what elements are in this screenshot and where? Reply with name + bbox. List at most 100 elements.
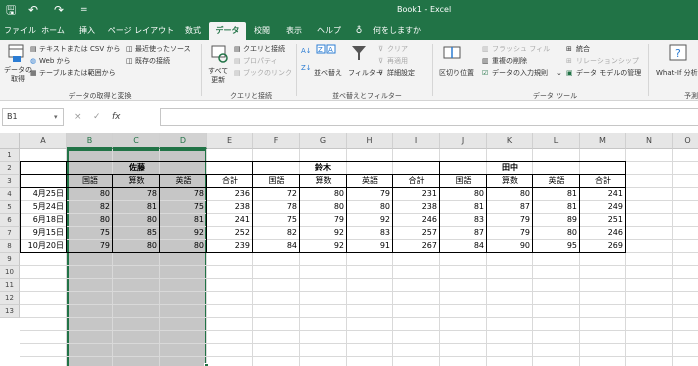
score-cell[interactable]: 80	[67, 188, 113, 201]
score-cell[interactable]: 75	[253, 214, 300, 227]
score-cell[interactable]: 252	[207, 227, 253, 240]
what-if-button[interactable]: What-If 分析	[656, 69, 698, 78]
date-cell[interactable]: 9月15日	[20, 227, 67, 240]
score-cell[interactable]: 83	[440, 214, 487, 227]
from-web-button[interactable]: Web から	[39, 57, 71, 66]
score-cell[interactable]: 236	[207, 188, 253, 201]
tab-page-layout[interactable]: ページ レイアウト	[106, 22, 176, 40]
score-cell[interactable]: 80	[300, 188, 347, 201]
row-header-13[interactable]: 13	[0, 305, 20, 318]
column-header-e[interactable]: E	[207, 133, 253, 149]
score-cell[interactable]: 80	[347, 201, 393, 214]
score-cell[interactable]: 81	[533, 188, 580, 201]
row-header-4[interactable]: 4	[0, 188, 20, 201]
sort-descending-icon[interactable]: Z↓	[301, 64, 312, 73]
from-table-button[interactable]: テーブルまたは範囲から	[39, 69, 116, 78]
score-cell[interactable]: 79	[487, 227, 533, 240]
score-cell[interactable]: 238	[393, 201, 440, 214]
score-cell[interactable]: 80	[67, 214, 113, 227]
score-cell[interactable]: 238	[207, 201, 253, 214]
tell-me-search[interactable]: 何をしますか	[368, 22, 426, 40]
text-to-columns-icon[interactable]	[443, 44, 461, 62]
score-cell[interactable]: 80	[300, 201, 347, 214]
score-cell[interactable]: 75	[160, 201, 207, 214]
tab-view[interactable]: 表示	[282, 22, 306, 40]
row-header-3[interactable]: 3	[0, 175, 20, 188]
score-cell[interactable]: 81	[160, 214, 207, 227]
column-header-b[interactable]: B	[67, 133, 113, 149]
score-cell[interactable]: 83	[347, 227, 393, 240]
recent-sources-button[interactable]: 最近使ったソース	[135, 45, 191, 54]
undo-icon[interactable]: ↶	[28, 3, 38, 17]
column-header-m[interactable]: M	[580, 133, 626, 149]
row-header-11[interactable]: 11	[0, 279, 20, 292]
filter-icon[interactable]	[351, 44, 367, 62]
data-validation-dropdown-icon[interactable]: ⌄	[556, 69, 562, 78]
score-cell[interactable]: 249	[580, 201, 626, 214]
score-cell[interactable]: 92	[160, 227, 207, 240]
cell-area[interactable]: 佐藤 鈴木 田中 国語 算数 英語 合計 国語 算数 英語 合計 国語 算数 英語 合計 4月25日 80 78 7…	[20, 149, 698, 366]
data-model-button[interactable]: データ モデルの管理	[576, 69, 641, 78]
advanced-button[interactable]: 詳細設定	[387, 69, 415, 78]
score-cell[interactable]: 79	[300, 214, 347, 227]
column-header-d[interactable]: D	[160, 133, 207, 149]
row-header-7[interactable]: 7	[0, 227, 20, 240]
enter-icon[interactable]: ✓	[93, 112, 101, 122]
date-cell[interactable]: 5月24日	[20, 201, 67, 214]
name-box-dropdown-icon[interactable]: ▾	[54, 113, 58, 122]
get-data-button[interactable]: データの 取得	[4, 66, 32, 84]
score-cell[interactable]: 92	[347, 214, 393, 227]
row-header-5[interactable]: 5	[0, 201, 20, 214]
score-cell[interactable]: 251	[580, 214, 626, 227]
sort-button[interactable]: 並べ替え	[314, 69, 342, 78]
column-header-n[interactable]: N	[626, 133, 673, 149]
date-cell[interactable]: 6月18日	[20, 214, 67, 227]
tab-formulas[interactable]: 数式	[180, 22, 206, 40]
score-cell[interactable]: 92	[300, 227, 347, 240]
score-cell[interactable]: 231	[393, 188, 440, 201]
row-header-8[interactable]: 8	[0, 240, 20, 253]
queries-connections-button[interactable]: クエリと接続	[243, 45, 285, 54]
column-header-h[interactable]: H	[347, 133, 393, 149]
formula-input[interactable]	[160, 108, 698, 126]
score-cell[interactable]: 246	[580, 227, 626, 240]
clear-button[interactable]: クリア	[387, 45, 408, 54]
date-cell[interactable]: 4月25日	[20, 188, 67, 201]
score-cell[interactable]: 80	[487, 188, 533, 201]
score-cell[interactable]: 87	[487, 201, 533, 214]
score-cell[interactable]: 85	[113, 227, 160, 240]
score-cell[interactable]: 78	[253, 201, 300, 214]
column-header-g[interactable]: G	[300, 133, 347, 149]
column-header-k[interactable]: K	[487, 133, 533, 149]
customize-quick-access-icon[interactable]: =	[80, 3, 88, 17]
save-icon[interactable]: 🖫	[6, 3, 16, 17]
row-header-9[interactable]: 9	[0, 253, 20, 266]
column-header-f[interactable]: F	[253, 133, 300, 149]
row-header-6[interactable]: 6	[0, 214, 20, 227]
consolidate-button[interactable]: 統合	[576, 45, 590, 54]
edit-links-button[interactable]: ブックのリンク	[243, 69, 292, 78]
select-all-corner[interactable]	[0, 133, 20, 149]
sort-icon[interactable]: Z A	[316, 44, 336, 62]
score-cell[interactable]: 246	[393, 214, 440, 227]
score-cell[interactable]: 82	[253, 227, 300, 240]
score-cell[interactable]: 80	[440, 188, 487, 201]
insert-function-icon[interactable]: fx	[112, 112, 121, 122]
cancel-icon[interactable]: ×	[74, 112, 82, 122]
sort-ascending-icon[interactable]: A↓	[301, 47, 312, 56]
reapply-button[interactable]: 再適用	[387, 57, 408, 66]
row-header-1[interactable]: 1	[0, 149, 20, 162]
tab-review[interactable]: 校閲	[250, 22, 274, 40]
score-cell[interactable]: 87	[440, 227, 487, 240]
column-header-i[interactable]: I	[393, 133, 440, 149]
score-cell[interactable]: 89	[533, 214, 580, 227]
refresh-icon[interactable]	[211, 45, 229, 63]
text-to-columns-button[interactable]: 区切り位置	[439, 69, 474, 78]
tab-home[interactable]: ホーム	[38, 22, 68, 40]
score-cell[interactable]: 81	[113, 201, 160, 214]
column-header-a[interactable]: A	[20, 133, 67, 149]
score-cell[interactable]: 81	[533, 201, 580, 214]
existing-connections-button[interactable]: 既存の接続	[135, 57, 170, 66]
score-cell[interactable]: 241	[207, 214, 253, 227]
row-header-10[interactable]: 10	[0, 266, 20, 279]
